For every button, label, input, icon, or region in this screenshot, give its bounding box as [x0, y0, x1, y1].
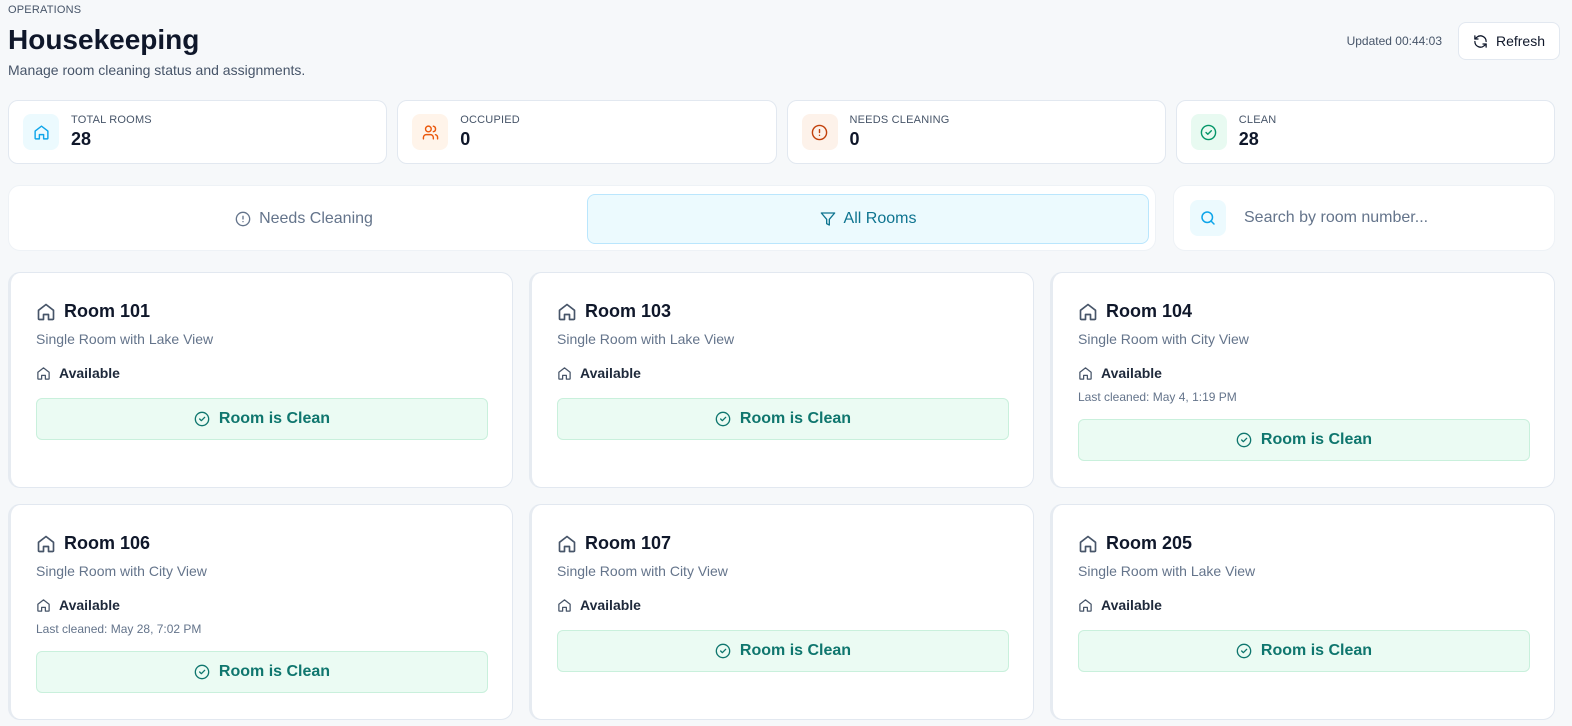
room-card: Room 104 Single Room with City View Avai…	[1050, 272, 1555, 488]
home-icon	[37, 598, 50, 612]
stat-label: NEEDS CLEANING	[849, 114, 950, 126]
check-circle-icon	[194, 664, 210, 680]
stat-clean: CLEAN 28	[1175, 100, 1555, 164]
home-icon	[558, 535, 576, 552]
stat-label: OCCUPIED	[460, 114, 520, 126]
room-type: Single Room with Lake View	[557, 331, 735, 347]
home-icon	[558, 366, 571, 380]
home-icon	[23, 114, 59, 150]
updated-timestamp: Updated 00:44:03	[1346, 34, 1442, 48]
room-clean-label: Room is Clean	[1260, 642, 1373, 659]
check-circle-icon	[715, 411, 731, 427]
home-icon	[37, 535, 55, 552]
room-grid: Room 101 Single Room with Lake View Avai…	[8, 272, 1555, 720]
filter-icon	[820, 212, 835, 226]
room-clean-label: Room is Clean	[739, 642, 852, 659]
room-type: Single Room with Lake View	[36, 331, 214, 347]
tab-needs-cleaning[interactable]: Needs Cleaning	[19, 194, 589, 244]
room-number: Room 101	[64, 301, 151, 321]
room-status: Available	[1101, 597, 1162, 613]
home-icon	[1079, 535, 1097, 552]
room-number: Room 106	[64, 533, 151, 553]
section-eyebrow: OPERATIONS	[8, 4, 82, 16]
refresh-label: Refresh	[1495, 33, 1546, 49]
room-type: Single Room with Lake View	[1078, 563, 1256, 579]
room-clean-button[interactable]: Room is Clean	[557, 398, 1009, 440]
stat-occupied: OCCUPIED 0	[397, 100, 777, 164]
room-status: Available	[59, 597, 120, 613]
room-card: Room 106 Single Room with City View Avai…	[8, 504, 513, 720]
home-icon	[1079, 303, 1097, 320]
search-box	[1173, 185, 1555, 251]
alert-circle-icon	[235, 211, 251, 227]
refresh-button[interactable]: Refresh	[1458, 22, 1560, 60]
room-type: Single Room with City View	[36, 563, 207, 579]
last-cleaned: Last cleaned: May 28, 7:02 PM	[36, 622, 202, 636]
room-clean-label: Room is Clean	[1260, 431, 1373, 448]
room-status: Available	[580, 597, 641, 613]
room-number: Room 107	[585, 533, 672, 553]
room-status: Available	[59, 365, 120, 381]
stat-total-rooms: TOTAL ROOMS 28	[8, 100, 388, 164]
home-icon	[558, 303, 576, 320]
check-circle-icon	[1236, 432, 1252, 448]
room-clean-button[interactable]: Room is Clean	[1078, 630, 1530, 672]
home-icon	[1079, 366, 1092, 380]
home-icon	[37, 303, 55, 320]
room-card: Room 103 Single Room with Lake View Avai…	[529, 272, 1034, 488]
check-circle-icon	[1236, 643, 1252, 659]
check-circle-icon	[715, 643, 731, 659]
check-circle-icon	[194, 411, 210, 427]
room-number: Room 104	[1106, 301, 1193, 321]
page-title: Housekeeping	[8, 24, 200, 55]
check-circle-icon	[1190, 114, 1227, 150]
tab-all-rooms-label: All Rooms	[843, 210, 917, 227]
stat-value: 0	[849, 129, 860, 149]
room-status: Available	[580, 365, 641, 381]
stat-label: TOTAL ROOMS	[71, 114, 152, 126]
stat-value: 28	[71, 129, 92, 149]
page-header: OPERATIONS Housekeeping Manage room clea…	[8, 0, 1560, 90]
filter-tabs: Needs Cleaning All Rooms	[8, 185, 1156, 251]
room-status: Available	[1101, 365, 1162, 381]
home-icon	[37, 366, 50, 380]
last-cleaned: Last cleaned: May 4, 1:19 PM	[1078, 390, 1237, 404]
stat-value: 0	[460, 129, 471, 149]
room-clean-button[interactable]: Room is Clean	[36, 651, 488, 693]
refresh-icon	[1474, 34, 1487, 48]
tab-all-rooms[interactable]: All Rooms	[587, 194, 1149, 244]
room-clean-label: Room is Clean	[218, 410, 331, 427]
room-card: Room 107 Single Room with City View Avai…	[529, 504, 1034, 720]
room-number: Room 205	[1106, 533, 1193, 553]
room-card: Room 205 Single Room with Lake View Avai…	[1050, 504, 1555, 720]
home-icon	[1079, 598, 1092, 612]
room-clean-label: Room is Clean	[218, 663, 331, 680]
search-icon	[1190, 200, 1226, 236]
stats-row: TOTAL ROOMS 28 OCCUPIED 0 NEEDS CLEANING…	[8, 100, 1555, 164]
stat-label: CLEAN	[1238, 114, 1277, 126]
stat-needs-cleaning: NEEDS CLEANING 0	[786, 100, 1166, 164]
room-number: Room 103	[585, 301, 672, 321]
room-clean-button[interactable]: Room is Clean	[557, 630, 1009, 672]
tab-needs-cleaning-label: Needs Cleaning	[259, 210, 373, 227]
room-card: Room 101 Single Room with Lake View Avai…	[8, 272, 513, 488]
room-type: Single Room with City View	[1078, 331, 1249, 347]
page-subtitle: Manage room cleaning status and assignme…	[8, 62, 306, 78]
room-clean-button[interactable]: Room is Clean	[1078, 419, 1530, 461]
room-clean-button[interactable]: Room is Clean	[36, 398, 488, 440]
users-icon	[412, 114, 449, 150]
home-icon	[558, 598, 571, 612]
room-type: Single Room with City View	[557, 563, 728, 579]
search-input[interactable]	[1244, 209, 1524, 227]
room-clean-label: Room is Clean	[739, 410, 852, 427]
stat-value: 28	[1238, 129, 1259, 149]
alert-circle-icon	[801, 114, 838, 150]
